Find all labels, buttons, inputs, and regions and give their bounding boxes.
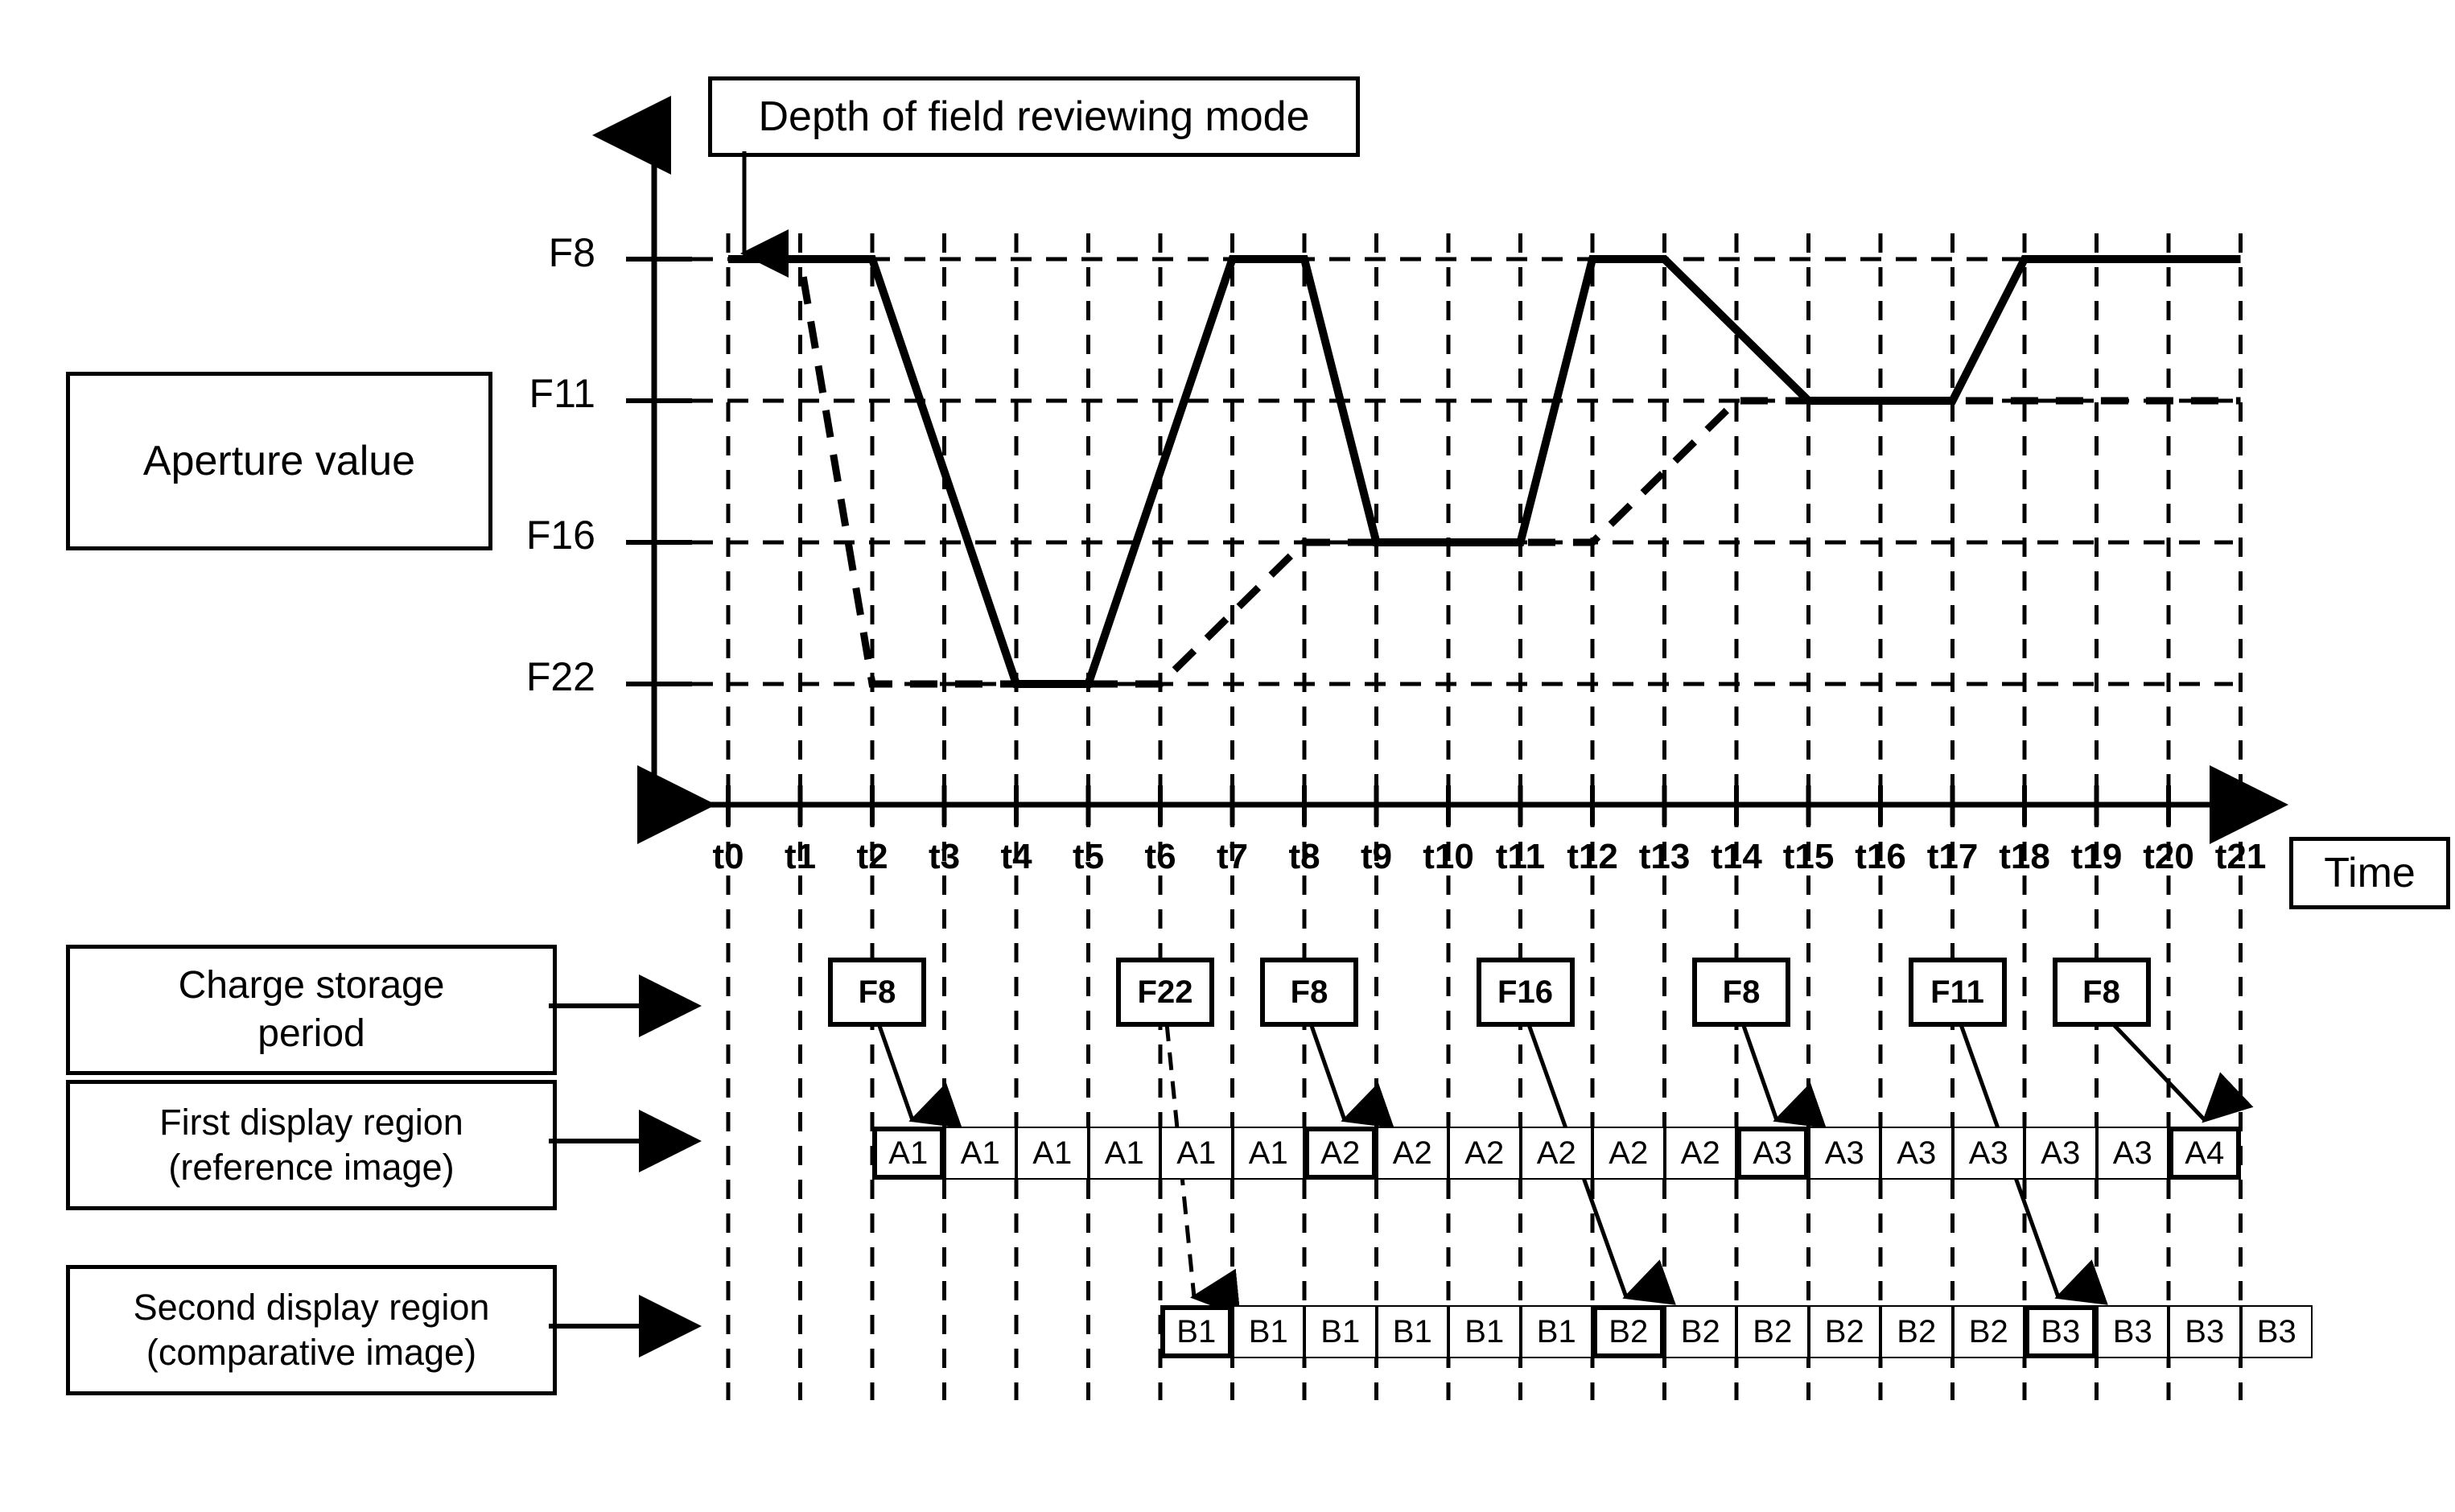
second-display-cell: B2 [1664, 1305, 1736, 1358]
first-display-cell: A4 [2169, 1127, 2241, 1180]
first-display-cell: A1 [944, 1127, 1016, 1180]
time-axis-label-text: Time [2324, 850, 2416, 896]
first-display-cell: A2 [1448, 1127, 1521, 1180]
time-tick-label-t4: t4 [1000, 837, 1032, 876]
second-display-cell: B3 [2169, 1305, 2241, 1358]
first-display-cell: A2 [1376, 1127, 1448, 1180]
first-display-cell: A3 [2025, 1127, 2097, 1180]
second-display-cell: B2 [1880, 1305, 1953, 1358]
second-display-region-line1: Second display region [133, 1286, 490, 1328]
second-display-cell: B2 [1592, 1305, 1665, 1358]
charge-storage-marker-f8-t14: F8 [1692, 958, 1790, 1027]
time-tick-label-t7: t7 [1216, 837, 1249, 876]
first-display-region-line2: (reference image) [168, 1147, 455, 1188]
second-display-cell: B2 [1736, 1305, 1809, 1358]
aperture-value-label-text: Aperture value [142, 437, 416, 484]
charge-storage-marker-f11-t17: F11 [1908, 958, 2007, 1027]
first-display-cell: A2 [1592, 1127, 1665, 1180]
charge-storage-marker-f8-t8: F8 [1260, 958, 1358, 1027]
first-display-cell: A1 [1088, 1127, 1160, 1180]
charge-storage-marker-f8-t2: F8 [828, 958, 926, 1027]
first-display-region-line1: First display region [159, 1101, 463, 1143]
time-tick-label-t6: t6 [1144, 837, 1176, 876]
first-display-cell: A2 [1520, 1127, 1592, 1180]
second-display-cell: B1 [1160, 1305, 1233, 1358]
charge-storage-marker-f16-t11: F16 [1476, 958, 1575, 1027]
time-axis-label-box: Time [2289, 837, 2450, 909]
charge-storage-period-line2: period [257, 1012, 365, 1055]
aperture-value-label-box: Aperture value [66, 372, 492, 550]
first-display-cell: A3 [1880, 1127, 1953, 1180]
second-display-cell: B1 [1376, 1305, 1448, 1358]
second-display-cell: B1 [1520, 1305, 1592, 1358]
y-tick-label-f8: F8 [548, 230, 595, 275]
charge-storage-period-line1: Charge storage [178, 964, 445, 1007]
time-tick-label-t13: t13 [1638, 837, 1691, 876]
first-display-region-label-box: First display region (reference image) [66, 1080, 557, 1210]
second-display-cell: B3 [2240, 1305, 2313, 1358]
time-tick-label-t9: t9 [1360, 837, 1393, 876]
time-tick-label-t8: t8 [1288, 837, 1320, 876]
time-tick-label-t12: t12 [1567, 837, 1618, 876]
second-display-cell: B1 [1232, 1305, 1304, 1358]
time-tick-label-t21: t21 [2214, 837, 2267, 876]
time-tick-label-t16: t16 [1855, 837, 1906, 876]
time-tick-label-t11: t11 [1495, 837, 1546, 876]
first-display-cell: A1 [1016, 1127, 1089, 1180]
y-tick-label-f22: F22 [525, 654, 595, 699]
depth-of-field-mode-callout-text: Depth of field reviewing mode [758, 93, 1310, 140]
time-tick-label-t5: t5 [1072, 837, 1105, 876]
time-tick-label-t18: t18 [1999, 837, 2050, 876]
time-tick-label-t10: t10 [1423, 837, 1474, 876]
second-display-cell: B2 [1808, 1305, 1880, 1358]
second-display-cell: B3 [2025, 1305, 2097, 1358]
time-tick-label-t17: t17 [1926, 837, 1979, 876]
depth-of-field-mode-callout-box: Depth of field reviewing mode [708, 76, 1360, 157]
first-display-cell: A3 [1808, 1127, 1880, 1180]
time-tick-label-t3: t3 [928, 837, 961, 876]
first-display-cell: A2 [1664, 1127, 1736, 1180]
time-tick-label-t0: t0 [712, 837, 744, 876]
y-tick-label-f16: F16 [525, 513, 595, 558]
charge-storage-marker-f8-t19: F8 [2052, 958, 2151, 1027]
second-display-cell: B1 [1304, 1305, 1377, 1358]
second-display-region-label-box: Second display region (comparative image… [66, 1265, 557, 1395]
first-display-cell: A3 [1952, 1127, 2025, 1180]
y-tick-label-f11: F11 [529, 371, 595, 416]
first-display-cell: A1 [1160, 1127, 1233, 1180]
first-display-cell: A2 [1304, 1127, 1377, 1180]
second-display-cell: B3 [2096, 1305, 2169, 1358]
first-display-cell: A3 [1736, 1127, 1809, 1180]
second-display-region-line2: (comparative image) [146, 1332, 477, 1373]
second-display-cell: B2 [1952, 1305, 2025, 1358]
charge-storage-marker-f22-t6: F22 [1116, 958, 1214, 1027]
first-display-cell: A1 [872, 1127, 945, 1180]
second-display-cell: B1 [1448, 1305, 1521, 1358]
first-display-cell: A1 [1232, 1127, 1304, 1180]
time-tick-label-t15: t15 [1782, 837, 1835, 876]
time-tick-label-t19: t19 [2070, 837, 2123, 876]
time-tick-label-t1: t1 [784, 837, 817, 876]
charge-storage-period-label-box: Charge storage period [66, 945, 557, 1075]
time-tick-label-t14: t14 [1711, 837, 1762, 876]
time-tick-label-t2: t2 [856, 837, 888, 876]
time-tick-label-t20: t20 [2143, 837, 2194, 876]
first-display-cell: A3 [2096, 1127, 2169, 1180]
